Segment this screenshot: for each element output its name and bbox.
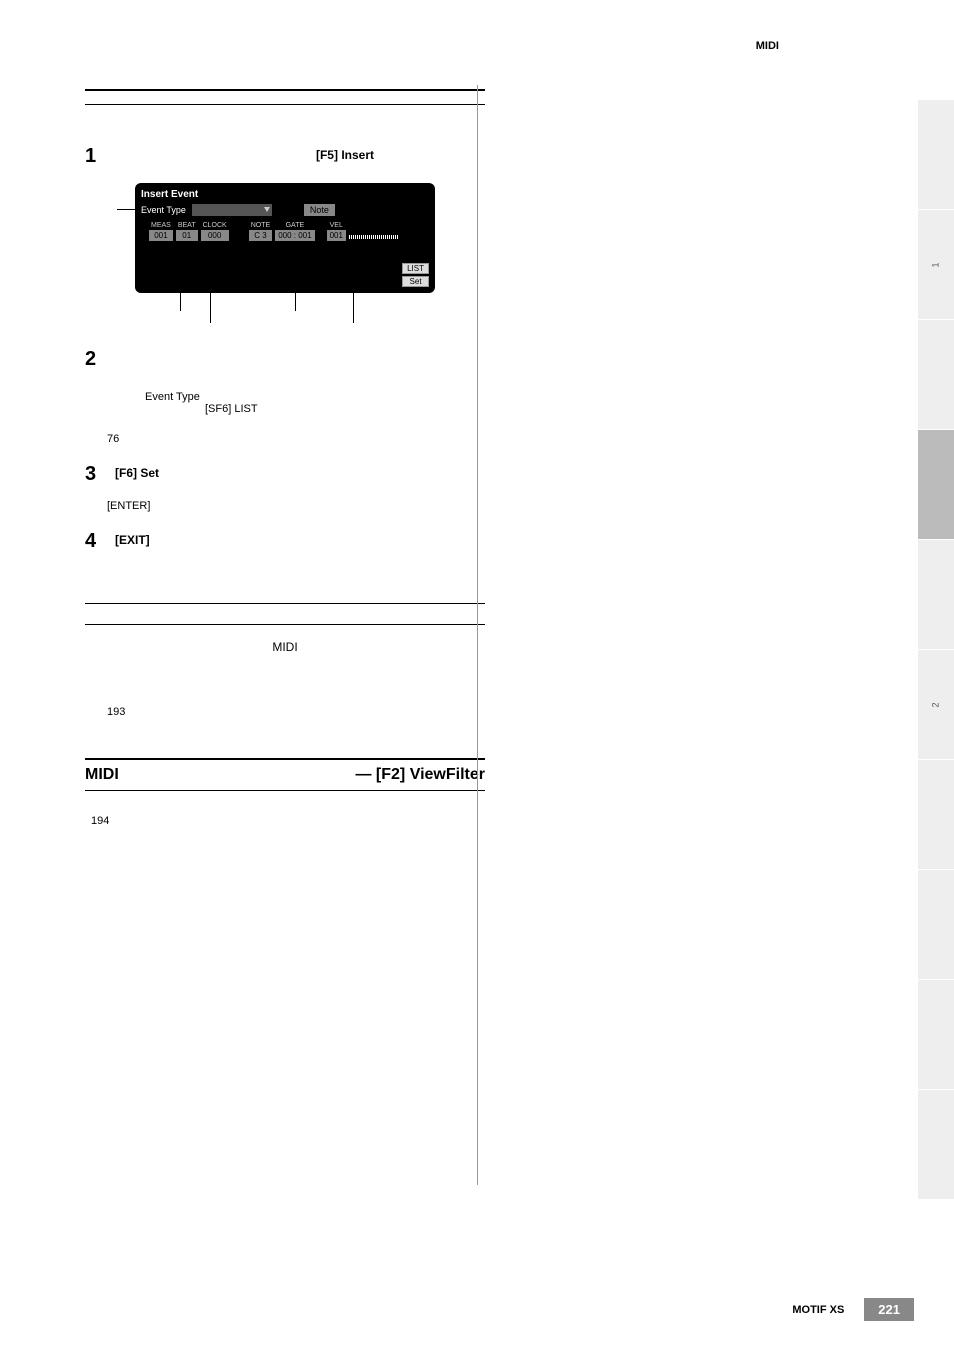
- step-number: 3: [85, 463, 115, 486]
- step-text: [F5] Insert: [115, 145, 485, 162]
- ss-gate-value[interactable]: 000 : 001: [275, 230, 314, 241]
- mid-divider: [85, 603, 485, 625]
- ss-list-button[interactable]: LIST: [402, 263, 429, 274]
- section-heading: MIDI — [F2] ViewFilter: [85, 766, 485, 784]
- step-number: 1: [85, 145, 115, 168]
- callout-line-1: [180, 283, 181, 311]
- final-ref: 194: [91, 815, 485, 827]
- column-divider: [477, 85, 478, 1185]
- callout-line-3: [295, 283, 296, 311]
- side-tab[interactable]: [918, 760, 954, 870]
- step-3-body: [ENTER]: [107, 500, 485, 512]
- step-2-event-type: Event Type: [145, 391, 200, 403]
- ss-leader-left: [117, 209, 137, 210]
- ss-columns: MEAS 001 BEAT 01 CLOCK 000 NOTE C 3 GATE…: [141, 222, 429, 241]
- ss-meas-value[interactable]: 001: [149, 230, 173, 241]
- ss-title: Insert Event: [141, 189, 429, 200]
- ss-clock-header: CLOCK: [201, 222, 229, 229]
- step-1-label: [F5] Insert: [316, 148, 374, 162]
- insert-event-screenshot: Insert Event Event Type Note MEAS 001 BE…: [135, 183, 435, 293]
- side-tab-active[interactable]: [918, 430, 954, 540]
- ss-vel-value[interactable]: 001: [327, 230, 346, 241]
- step-number: 4: [85, 530, 115, 553]
- ss-note-header: NOTE: [249, 222, 272, 229]
- step-3: 3 [F6] Set: [85, 463, 485, 486]
- page-footer: MOTIF XS 221: [792, 1298, 914, 1321]
- side-tab[interactable]: [918, 870, 954, 980]
- callout-line-2: [210, 283, 211, 323]
- side-tab[interactable]: [918, 100, 954, 210]
- ss-meas-header: MEAS: [149, 222, 173, 229]
- ss-beat-header: BEAT: [176, 222, 198, 229]
- section-heading-left: MIDI: [85, 766, 119, 784]
- side-tab[interactable]: [918, 320, 954, 430]
- step-4: 4 [EXIT]: [85, 530, 485, 553]
- ss-vel-bar: [349, 235, 399, 239]
- step-2: 2: [85, 348, 485, 371]
- ss-velbar-header: [349, 222, 399, 229]
- ss-beat-value[interactable]: 01: [176, 230, 198, 241]
- ss-event-type-label: Event Type: [141, 205, 186, 215]
- step-number: 2: [85, 348, 115, 371]
- step-1: 1 [F5] Insert: [85, 145, 485, 168]
- ss-note-value[interactable]: C 3: [249, 230, 272, 241]
- step-2-sf6: [SF6] LIST: [205, 403, 258, 415]
- header-category: MIDI: [756, 40, 779, 52]
- mid-ref: 193: [107, 706, 485, 718]
- side-tab[interactable]: [918, 980, 954, 1090]
- step-4-label: [EXIT]: [115, 533, 150, 547]
- step-2-body: Event Type [SF6] LIST: [145, 391, 485, 415]
- section-heading-right: — [F2] ViewFilter: [355, 766, 485, 784]
- section-heading-block: MIDI — [F2] ViewFilter: [85, 758, 485, 791]
- ss-clock-value[interactable]: 000: [201, 230, 229, 241]
- callout-line-4: [353, 283, 354, 323]
- mid-midi-word: MIDI: [85, 639, 485, 656]
- side-tab[interactable]: 2: [918, 650, 954, 760]
- side-tab-num-1: 1: [931, 262, 941, 267]
- side-tabs: 1 2: [918, 0, 954, 1200]
- step-text: [F6] Set: [115, 463, 485, 480]
- ss-buttons: LIST Set: [402, 263, 429, 287]
- ss-vel-header: VEL: [327, 222, 346, 229]
- page-number: 221: [864, 1298, 914, 1321]
- step-text: [115, 348, 485, 351]
- footer-product: MOTIF XS: [792, 1304, 844, 1316]
- ss-event-type-row: Event Type Note: [141, 204, 429, 216]
- step-text: [EXIT]: [115, 530, 485, 547]
- ss-event-type-value[interactable]: Note: [304, 204, 335, 216]
- step-2-ref: 76: [107, 433, 485, 445]
- left-column: 1 [F5] Insert Insert Event Event Type No…: [85, 85, 485, 827]
- ss-gate-header: GATE: [275, 222, 314, 229]
- section-divider-top: [85, 89, 485, 105]
- step-3-label: [F6] Set: [115, 466, 159, 480]
- side-tab[interactable]: [918, 1090, 954, 1200]
- ss-set-button[interactable]: Set: [402, 276, 429, 287]
- side-tab[interactable]: [918, 540, 954, 650]
- ss-event-type-dropdown[interactable]: [192, 204, 272, 216]
- side-tab[interactable]: 1: [918, 210, 954, 320]
- side-tab-num-2: 2: [931, 702, 941, 707]
